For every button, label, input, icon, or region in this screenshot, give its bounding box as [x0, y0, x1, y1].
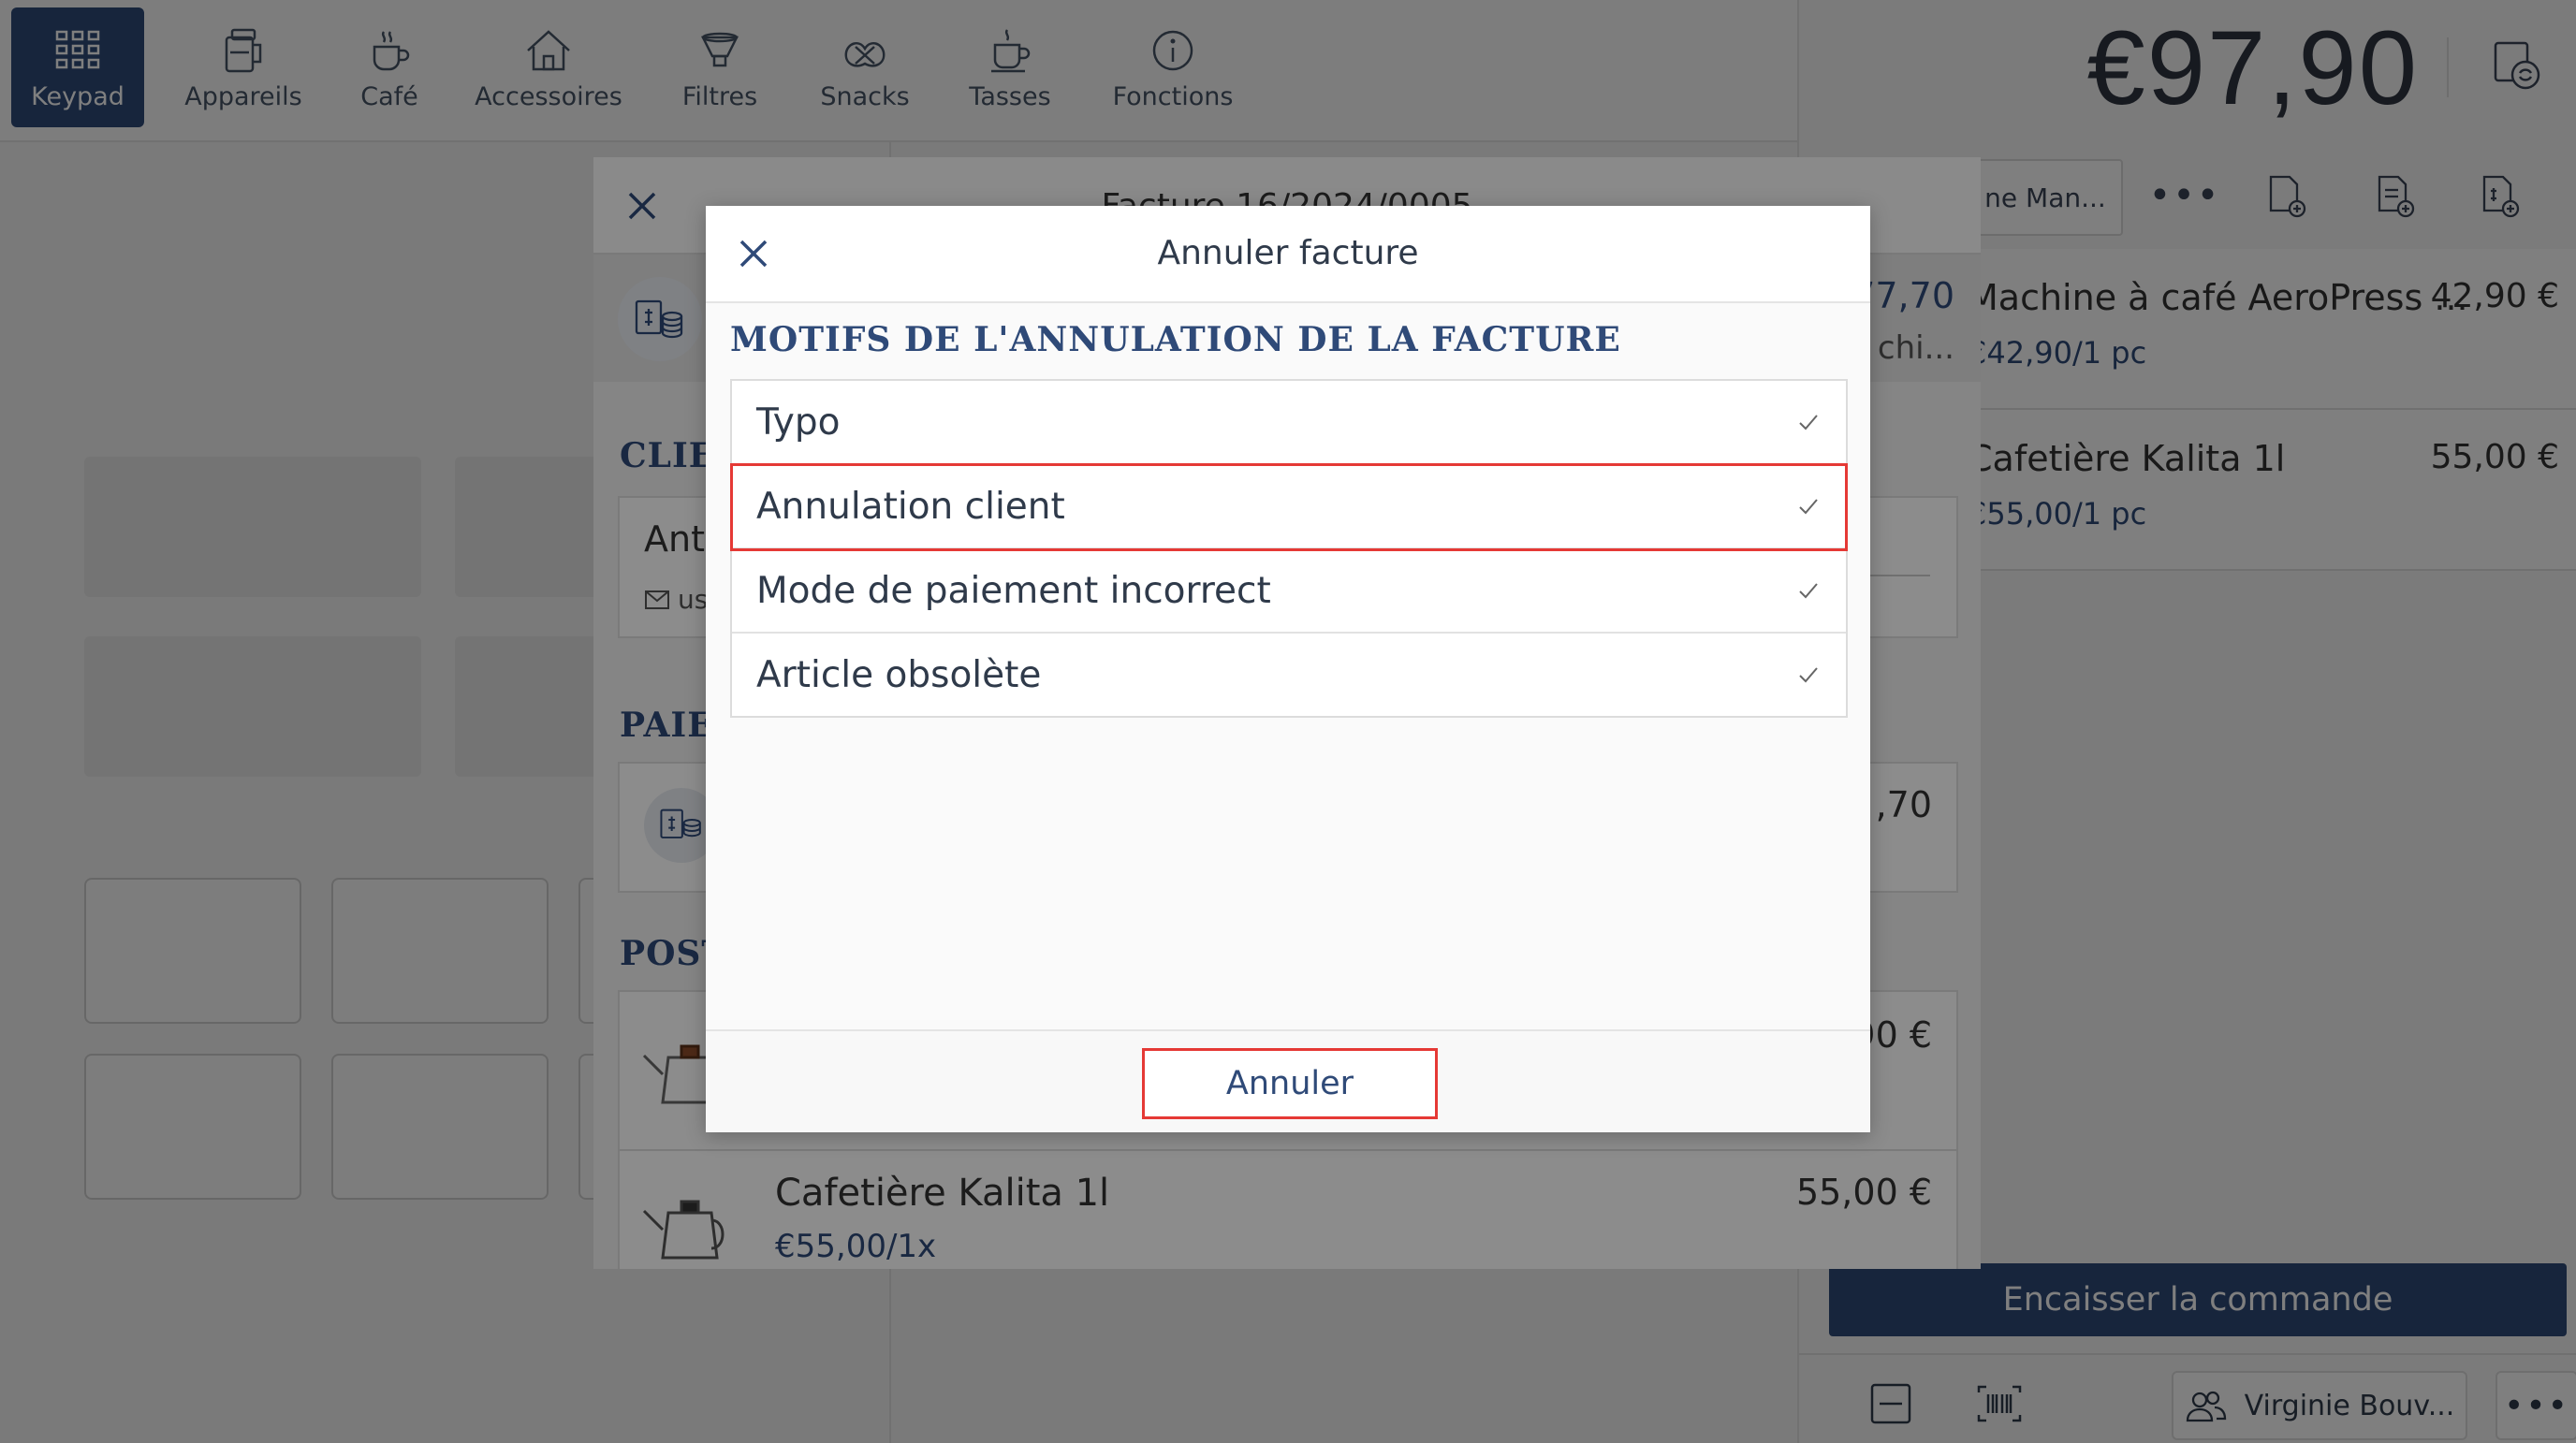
check-icon [1799, 667, 1818, 683]
reason-obsolete-item[interactable]: Article obsolète [732, 634, 1846, 716]
cancel-button[interactable]: Annuler [1142, 1048, 1438, 1119]
reason-label: Mode de paiement incorrect [756, 569, 1271, 612]
cancel-invoice-modal: Annuler facture MOTIFS DE L'ANNULATION D… [706, 206, 1870, 1132]
cancellation-reasons-heading: MOTIFS DE L'ANNULATION DE LA FACTURE [730, 320, 1621, 359]
check-icon [1799, 583, 1818, 599]
reason-label: Annulation client [756, 485, 1065, 528]
reason-label: Article obsolète [756, 653, 1042, 696]
reason-list: Typo Annulation client Mode de paiement … [730, 379, 1848, 718]
reason-label: Typo [756, 401, 841, 444]
reason-typo[interactable]: Typo [732, 381, 1846, 465]
reason-wrong-payment-method[interactable]: Mode de paiement incorrect [732, 549, 1846, 634]
modal-header: Annuler facture [706, 206, 1870, 303]
modal-footer: Annuler [706, 1029, 1870, 1132]
modal-title: Annuler facture [1157, 234, 1419, 272]
check-icon [1799, 415, 1818, 430]
reason-customer-cancellation[interactable]: Annulation client [730, 463, 1848, 551]
check-icon [1799, 499, 1818, 515]
